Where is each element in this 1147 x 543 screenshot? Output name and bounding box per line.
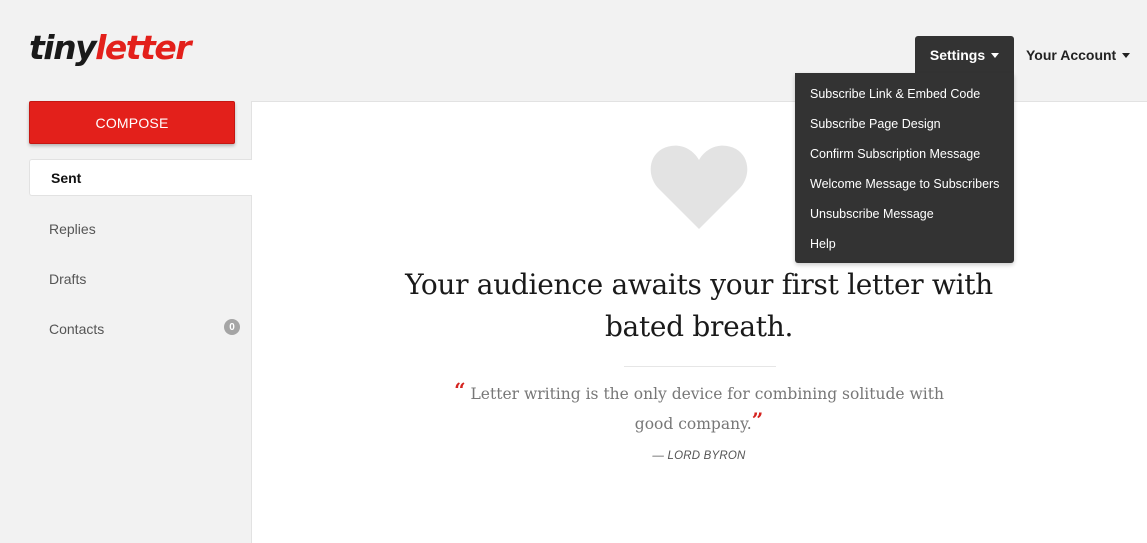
contacts-count-badge: 0 [224, 319, 240, 335]
settings-label: Settings [929, 46, 986, 63]
quote-author: — LORD BYRON [652, 450, 746, 462]
logo-text-letter: letter [95, 28, 191, 67]
divider [624, 366, 776, 367]
empty-state-headline: Your audience awaits your first letter w… [405, 268, 993, 343]
tinyletter-logo[interactable]: tinyletter [29, 28, 191, 68]
menu-item-confirm-subscription-message[interactable]: Confirm Subscription Message [795, 139, 1014, 169]
sidebar-item-drafts[interactable]: Drafts [49, 271, 86, 287]
menu-item-subscribe-link-embed-code[interactable]: Subscribe Link & Embed Code [795, 79, 1014, 109]
settings-dropdown-menu: Subscribe Link & Embed Code Subscribe Pa… [795, 73, 1014, 263]
your-account-label: Your Account [1026, 46, 1117, 63]
quote-block: “ Letter writing is the only device for … [450, 379, 948, 439]
caret-down-icon [991, 52, 1000, 58]
caret-down-icon [1122, 52, 1131, 58]
close-quote-mark: ” [751, 408, 764, 432]
compose-button[interactable]: COMPOSE [29, 101, 235, 144]
settings-menu-button[interactable]: Settings [915, 36, 1014, 73]
sidebar-item-replies[interactable]: Replies [49, 221, 96, 237]
open-quote-mark: “ [454, 378, 466, 402]
your-account-menu-button[interactable]: Your Account [1026, 36, 1131, 73]
menu-item-unsubscribe-message[interactable]: Unsubscribe Message [795, 199, 1014, 229]
sidebar-item-sent[interactable]: Sent [29, 159, 252, 196]
menu-item-help[interactable]: Help [795, 229, 1014, 259]
heart-icon [650, 145, 748, 229]
menu-item-welcome-message[interactable]: Welcome Message to Subscribers [795, 169, 1014, 199]
menu-item-subscribe-page-design[interactable]: Subscribe Page Design [795, 109, 1014, 139]
quote-text: Letter writing is the only device for co… [470, 385, 944, 433]
sidebar-item-label: Sent [51, 169, 82, 186]
logo-text-tiny: tiny [29, 28, 97, 67]
sidebar-item-contacts[interactable]: Contacts [49, 321, 104, 337]
